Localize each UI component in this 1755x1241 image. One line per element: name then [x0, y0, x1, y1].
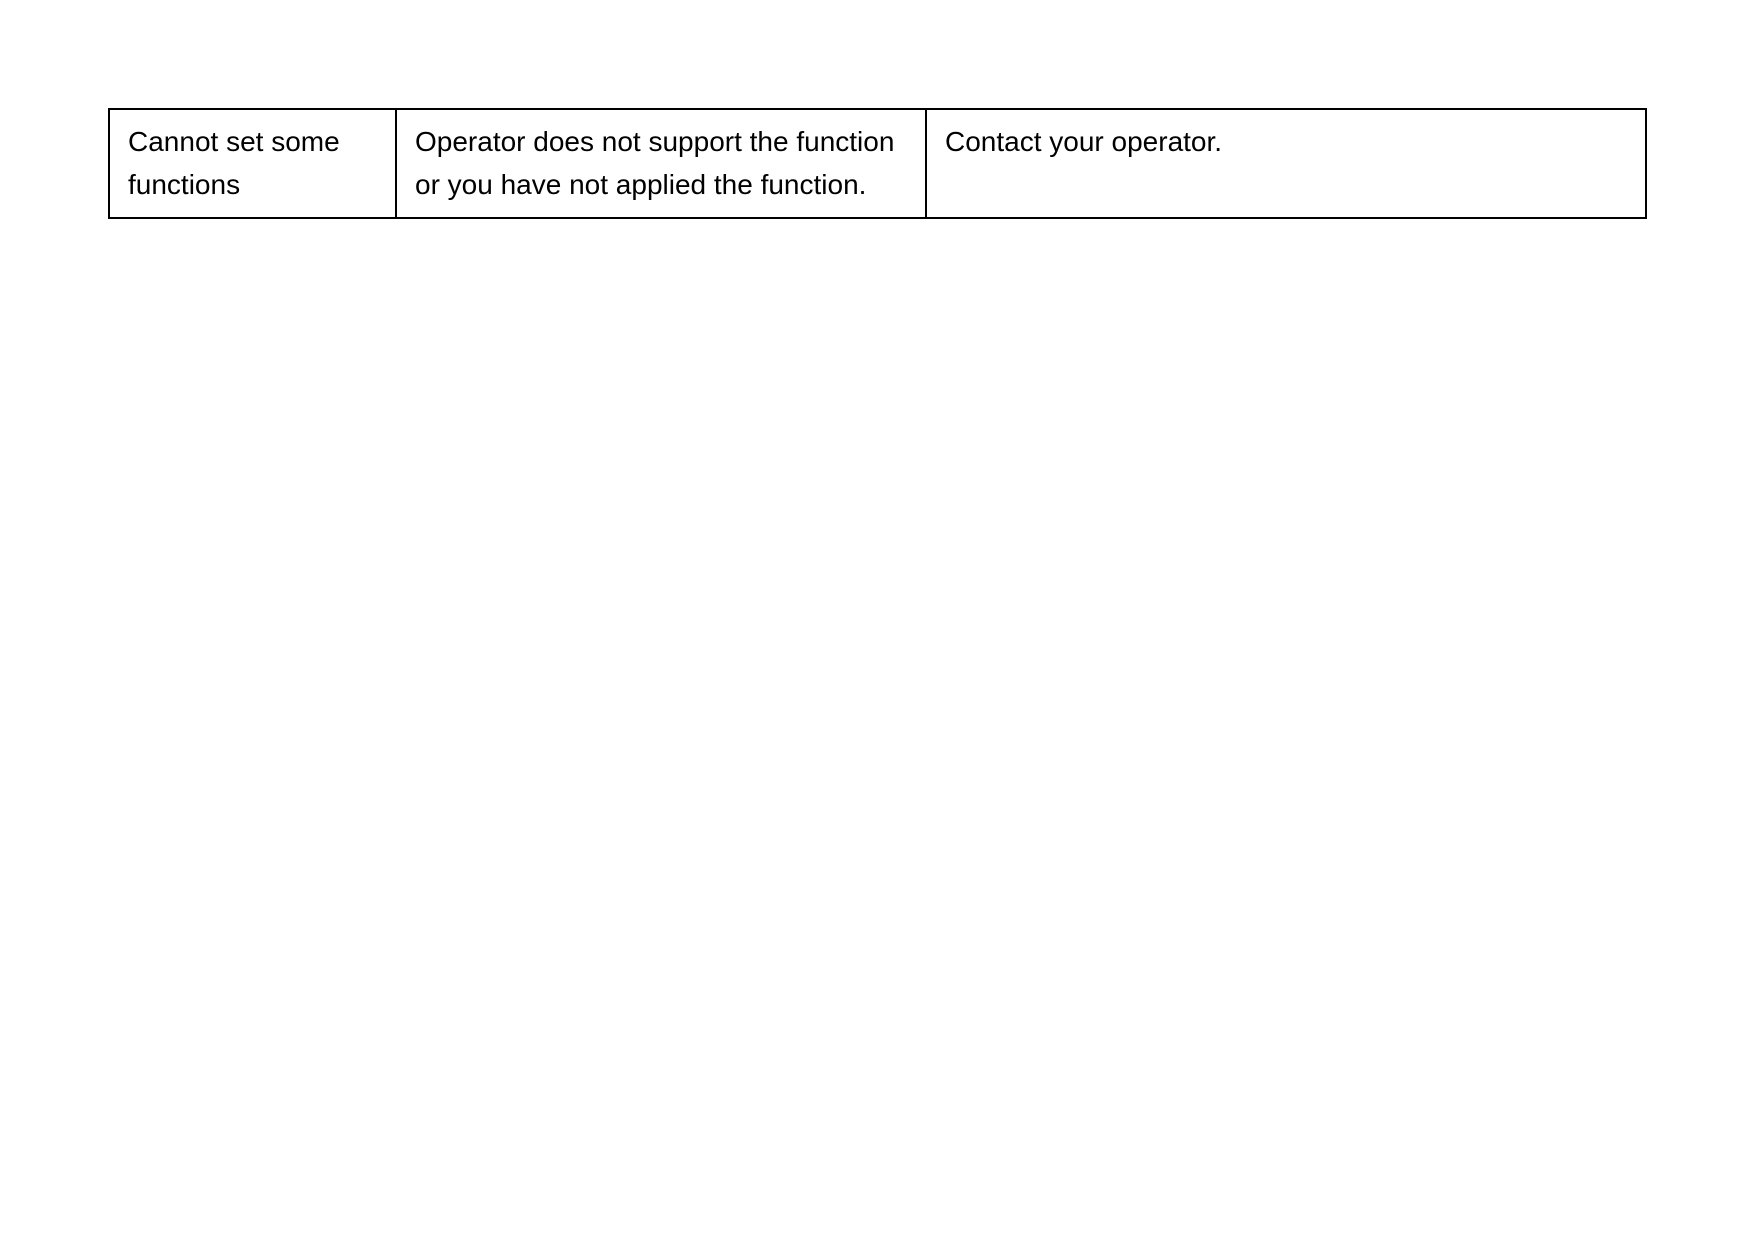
- table-row: Cannot set some functions Operator does …: [109, 109, 1646, 218]
- solution-cell: Contact your operator.: [926, 109, 1646, 218]
- troubleshooting-table: Cannot set some functions Operator does …: [108, 108, 1647, 219]
- cause-cell: Operator does not support the function o…: [396, 109, 926, 218]
- problem-cell: Cannot set some functions: [109, 109, 396, 218]
